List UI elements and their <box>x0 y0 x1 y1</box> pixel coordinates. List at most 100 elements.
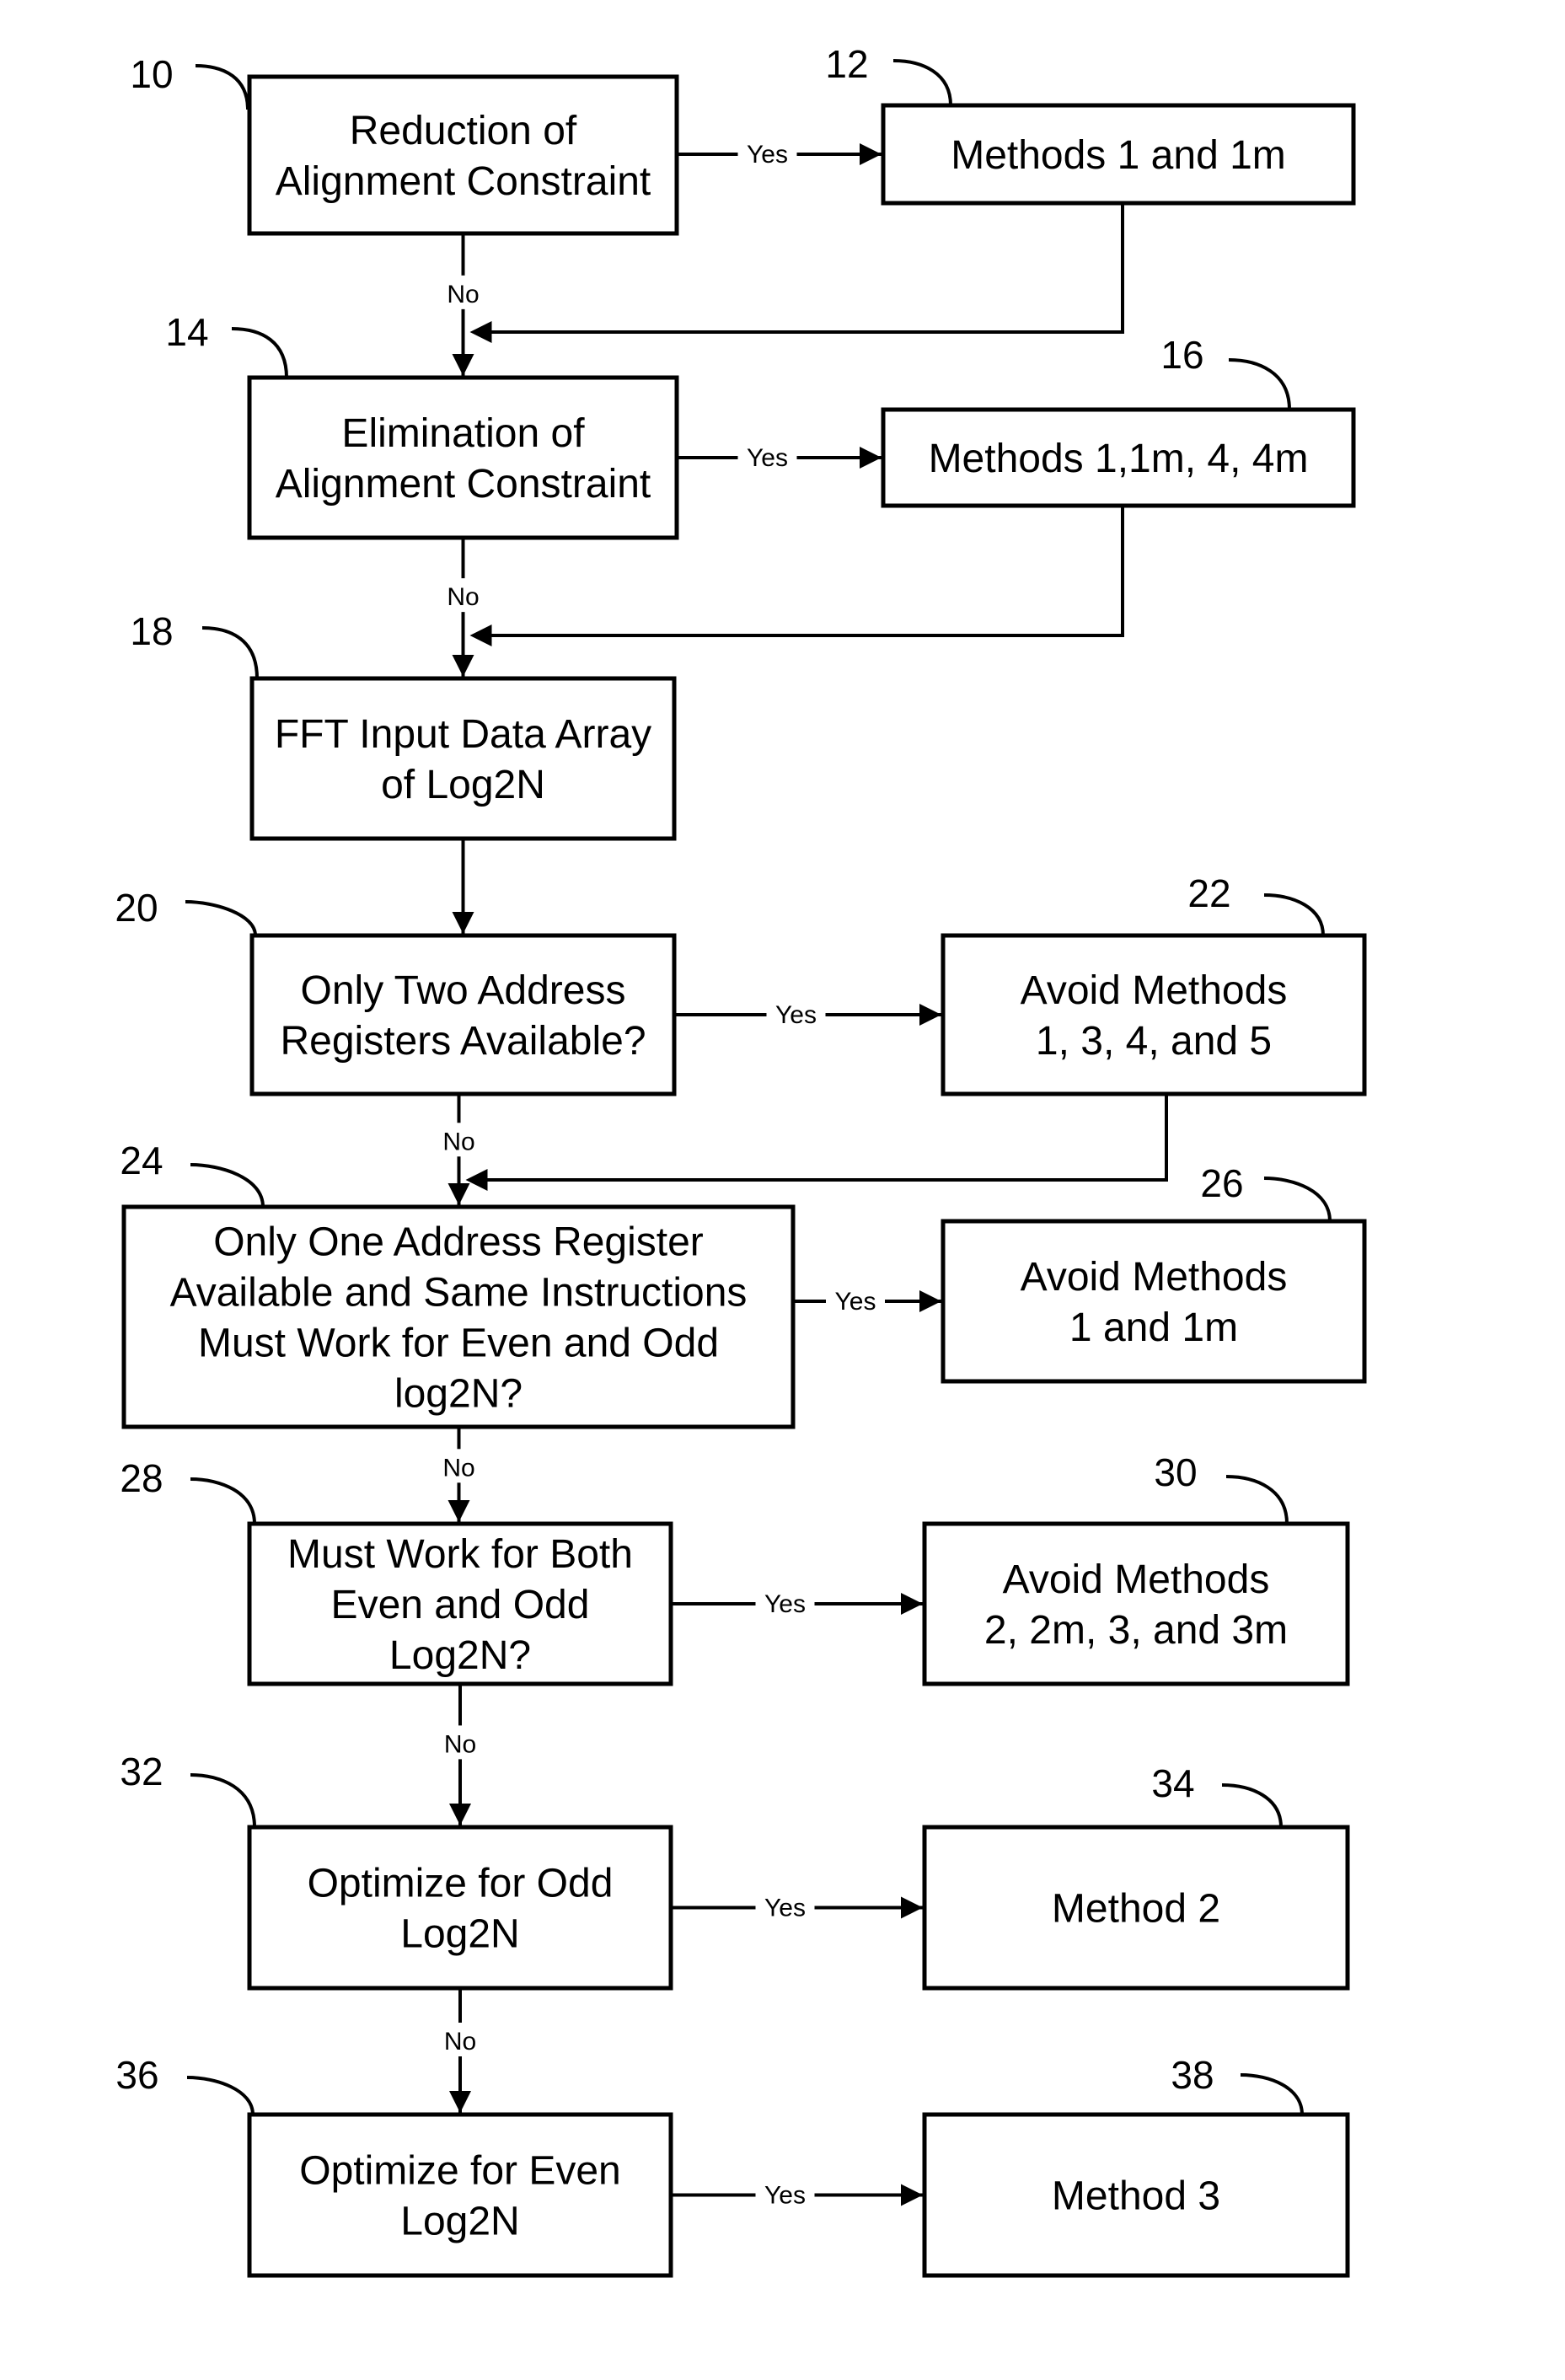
flow-node-38: Method 3 38 <box>922 2053 1350 2278</box>
reference-numeral: 20 <box>115 886 158 930</box>
reference-leader-line <box>1228 358 1291 410</box>
arrowhead <box>469 321 492 343</box>
reference-numeral: 10 <box>130 52 173 96</box>
node-text-line: Log2N? <box>389 1633 531 1678</box>
edge-18-20 <box>452 839 474 934</box>
arrowhead <box>448 1183 470 1205</box>
edge-label: Yes <box>764 1895 806 1922</box>
node-box <box>247 1825 673 1991</box>
reference-numeral: 34 <box>1151 1761 1194 1805</box>
flow-node-30: Avoid Methods 2, 2m, 3, and 3m 30 <box>922 1450 1350 1686</box>
arrowhead <box>449 1804 471 1825</box>
node-box <box>941 933 1367 1096</box>
edge-label: Yes <box>764 1590 806 1618</box>
edge-label: No <box>442 1128 474 1155</box>
node-text-line: Methods 1,1m, 4, 4m <box>929 437 1309 481</box>
edge-label: Yes <box>764 2182 806 2210</box>
reference-leader-line <box>201 626 259 679</box>
node-text-line: 1, 3, 4, and 5 <box>1036 1019 1272 1064</box>
reference-numeral: 26 <box>1200 1161 1243 1205</box>
edge-yes-10-12: Yes <box>677 141 882 169</box>
reference-leader-line <box>186 2076 255 2115</box>
node-box <box>249 933 677 1096</box>
node-text-line: Avoid Methods <box>1021 968 1288 1013</box>
node-box <box>249 676 677 841</box>
flow-node-16: Methods 1,1m, 4, 4m 16 <box>881 333 1356 508</box>
node-box <box>922 1521 1350 1686</box>
node-text-line: log2N? <box>394 1372 523 1417</box>
reference-leader-line <box>1221 1783 1283 1828</box>
edge-no-28-32: No <box>444 1684 476 1825</box>
node-text-line: Avoid Methods <box>1021 1255 1288 1300</box>
edge-yes-36-38: Yes <box>671 2182 923 2210</box>
node-text-line: of Log2N <box>381 763 545 807</box>
flowchart-canvas: Reduction of Alignment Constraint 10 Method… <box>115 42 1367 2278</box>
node-text-line: Method 3 <box>1052 2174 1220 2219</box>
edge-no-32-36: No <box>444 1988 476 2113</box>
arrowhead <box>465 1169 488 1191</box>
reference-leader-line <box>1240 2073 1304 2115</box>
node-text-line: Alignment Constraint <box>276 462 651 507</box>
node-box <box>247 2112 673 2278</box>
edge-no-10-14: No <box>447 233 480 376</box>
reference-numeral: 38 <box>1171 2053 1214 2097</box>
flow-node-32: Optimize for Odd Log2N 32 <box>120 1750 673 1991</box>
node-text-line: Optimize for Odd <box>308 1862 614 1906</box>
arrowhead <box>449 2091 471 2113</box>
node-text-line: Must Work for Both <box>287 1532 633 1577</box>
node-text-line: Elimination of <box>341 411 585 456</box>
flow-node-36: Optimize for Even Log2N 36 <box>115 2053 673 2278</box>
node-box <box>247 74 679 236</box>
reference-leader-line <box>892 59 952 106</box>
node-text-line: Alignment Constraint <box>276 159 651 204</box>
edge-merge-22-24 <box>465 1094 1168 1191</box>
flow-node-20: Only Two Address Registers Available? 20 <box>115 886 677 1096</box>
reference-numeral: 28 <box>120 1456 163 1500</box>
arrowhead <box>860 447 882 469</box>
reference-numeral: 24 <box>120 1139 163 1182</box>
reference-leader-line <box>195 64 249 110</box>
reference-leader-line <box>190 1163 265 1208</box>
flow-node-28: Must Work for Both Even and Odd Log2N? 28 <box>120 1456 673 1686</box>
edge-label: Yes <box>835 1288 876 1316</box>
reference-numeral: 32 <box>120 1750 163 1793</box>
edge-yes-32-34: Yes <box>671 1895 923 1922</box>
arrowhead <box>452 912 474 934</box>
node-text-line: Only Two Address <box>301 968 626 1013</box>
edge-no-14-18: No <box>447 538 480 677</box>
edge-label: No <box>444 2028 476 2056</box>
reference-leader-line <box>190 1477 256 1525</box>
arrowhead <box>448 1500 470 1522</box>
node-text-line: Reduction of <box>350 109 577 153</box>
edge-label: No <box>447 281 479 308</box>
flow-node-12: Methods 1 and 1m 12 <box>825 42 1356 206</box>
reference-numeral: 12 <box>825 42 868 86</box>
node-text-line: FFT Input Data Array <box>275 712 651 757</box>
reference-numeral: 16 <box>1160 333 1203 377</box>
edge-label: Yes <box>747 444 788 472</box>
reference-numeral: 18 <box>130 609 173 653</box>
node-box <box>941 1219 1367 1384</box>
edge-label: No <box>442 1454 474 1482</box>
arrowhead <box>860 143 882 165</box>
arrowhead <box>919 1290 941 1312</box>
reference-numeral: 14 <box>165 310 208 354</box>
edge-label: No <box>444 1730 476 1758</box>
node-text-line: 2, 2m, 3, and 3m <box>984 1608 1288 1653</box>
edge-yes-20-22: Yes <box>674 1001 941 1029</box>
reference-leader-line <box>190 1773 256 1828</box>
reference-numeral: 30 <box>1154 1450 1197 1494</box>
reference-leader-line <box>1263 893 1325 936</box>
reference-leader-line <box>185 900 257 936</box>
arrowhead <box>901 2184 923 2206</box>
node-text-line: Optimize for Even <box>299 2149 620 2194</box>
node-text-line: 1 and 1m <box>1069 1305 1238 1350</box>
arrowhead <box>452 655 474 677</box>
node-text-line: Registers Available? <box>280 1019 646 1064</box>
flow-node-26: Avoid Methods 1 and 1m 26 <box>941 1161 1367 1384</box>
node-text-line: Avoid Methods <box>1003 1557 1270 1602</box>
edge-label: Yes <box>747 141 788 169</box>
node-text-line: Log2N <box>400 2200 519 2244</box>
node-text-line: Even and Odd <box>331 1583 590 1627</box>
arrowhead <box>469 624 492 646</box>
